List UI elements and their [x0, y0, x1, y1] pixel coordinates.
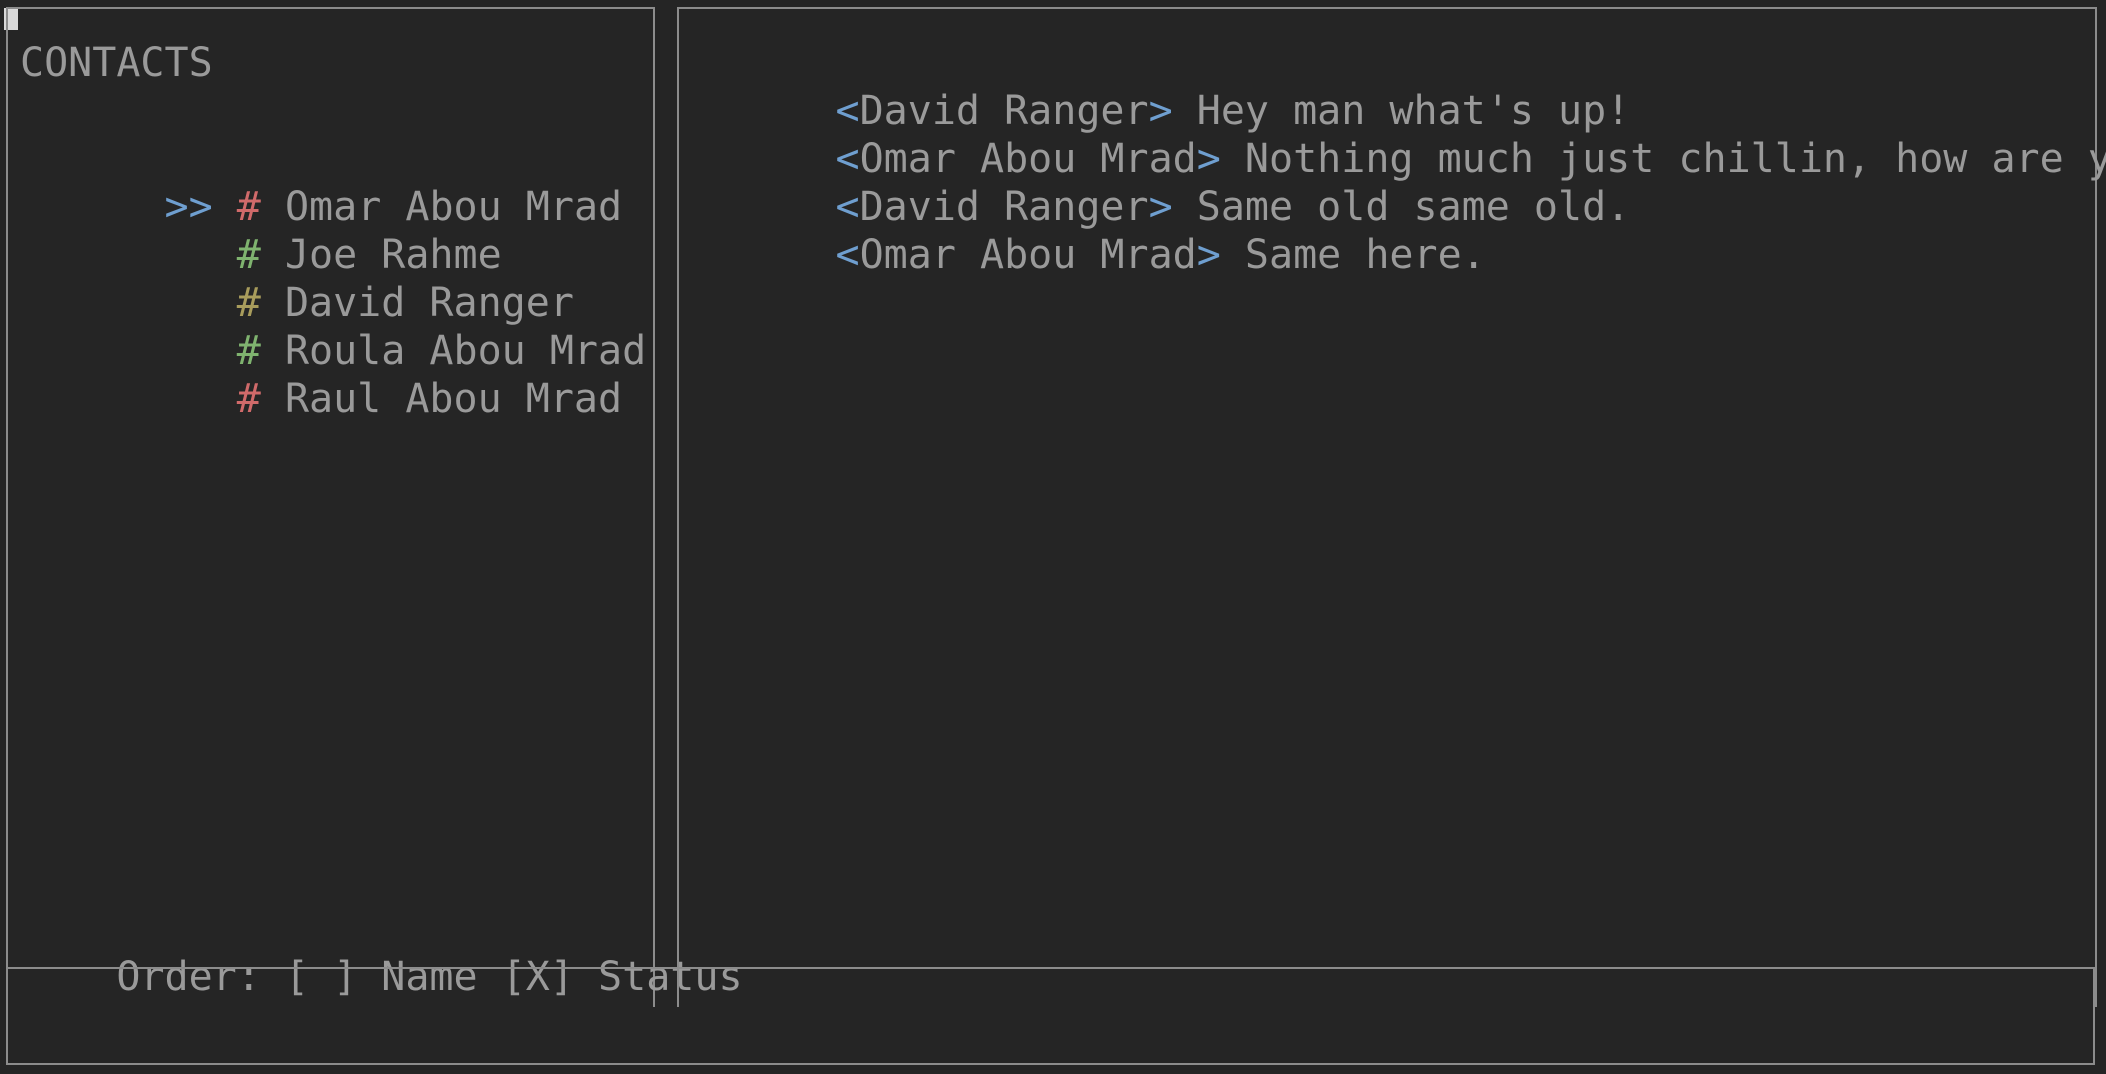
sender-open-bracket: < [835, 232, 860, 278]
chat-message: <David Ranger> Same old same old. [691, 135, 1631, 230]
sort-order-bar: Order: [ ] Name [X] Status [20, 905, 742, 1000]
contacts-title: CONTACTS [20, 40, 213, 86]
contacts-pane: CONTACTS >> # Omar Abou Mrad # Joe Rahme… [6, 7, 743, 1007]
message-sender: Omar Abou Mrad [859, 232, 1197, 278]
contact-item-raul-abou-mrad[interactable]: # Raul Abou Mrad [20, 327, 622, 422]
contact-item-joe-rahme[interactable]: # Joe Rahme [20, 183, 502, 278]
contact-item-david-ranger[interactable]: # David Ranger [20, 231, 574, 326]
chat-message: <Omar Abou Mrad> Same here. [691, 183, 1486, 278]
status-hash-icon: # [236, 376, 261, 422]
message-input-box[interactable] [6, 967, 2095, 1065]
message-text: Same here. [1220, 232, 1486, 278]
sender-close-bracket: > [1196, 232, 1221, 278]
chat-pane: <David Ranger> Hey man what's up! <Omar … [677, 7, 2106, 1007]
chat-message: <David Ranger> Hey man what's up! [691, 39, 1631, 134]
chat-message: <Omar Abou Mrad> Nothing much just chill… [691, 87, 2106, 182]
contact-item-omar-abou-mrad[interactable]: >> # Omar Abou Mrad [20, 135, 623, 230]
contact-name: Raul Abou Mrad [284, 376, 623, 422]
contact-item-roula-abou-mrad[interactable]: # Roula Abou Mrad [20, 279, 646, 374]
